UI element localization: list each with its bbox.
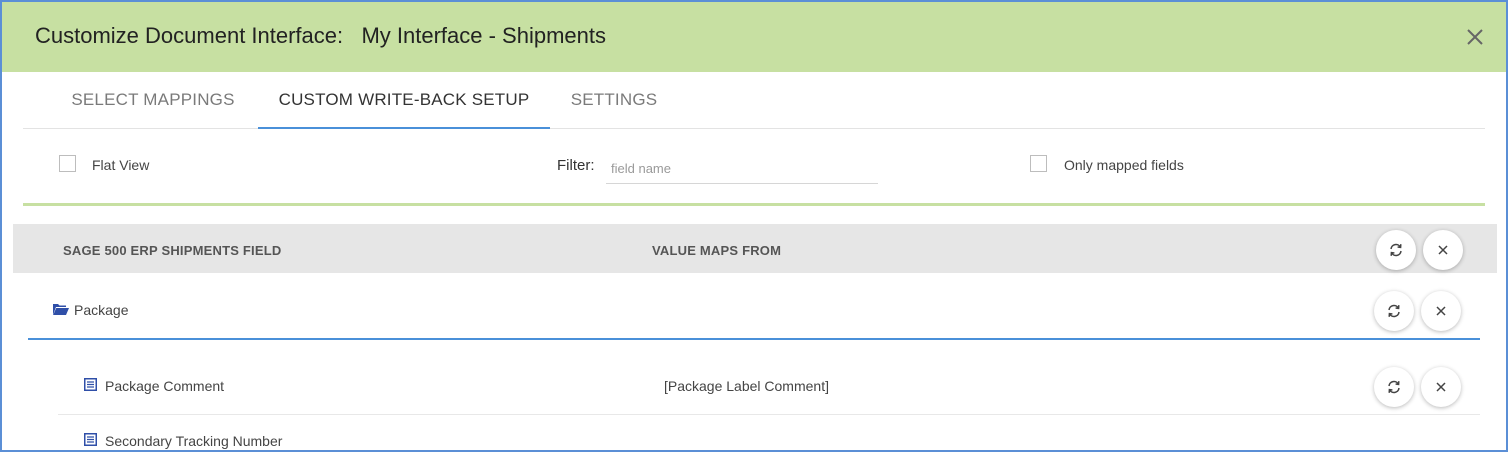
tab-bar: SELECT MAPPINGS CUSTOM WRITE-BACK SETUP …	[23, 74, 1485, 129]
list-icon	[84, 433, 97, 446]
only-mapped-checkbox[interactable]	[1030, 155, 1047, 172]
header-clear-button[interactable]	[1423, 230, 1463, 270]
filter-bar: Flat View Filter: Only mapped fields	[23, 130, 1485, 206]
flat-view-checkbox[interactable]	[59, 155, 76, 172]
refresh-icon	[1388, 380, 1400, 394]
filter-input[interactable]	[606, 154, 878, 184]
tab-custom-write-back-setup[interactable]: CUSTOM WRITE-BACK SETUP	[258, 74, 550, 129]
field-label: Package Comment	[105, 378, 225, 394]
filter-label: Filter:	[557, 157, 595, 174]
close-icon	[1436, 382, 1446, 392]
header-refresh-button[interactable]	[1376, 230, 1416, 270]
close-icon[interactable]	[1464, 26, 1486, 48]
field-value: [Package Label Comment]	[664, 378, 829, 394]
tab-select-mappings[interactable]: SELECT MAPPINGS	[67, 74, 239, 129]
package-comment-refresh-button[interactable]	[1374, 367, 1414, 407]
group-label: Package	[74, 302, 129, 318]
customize-interface-dialog: Customize Document Interface: My Interfa…	[0, 0, 1508, 452]
only-mapped-label: Only mapped fields	[1064, 157, 1184, 173]
column-header-field: SAGE 500 ERP SHIPMENTS FIELD	[63, 243, 282, 258]
field-row-package-comment[interactable]: Package Comment [Package Label Comment]	[58, 342, 1480, 415]
group-row-package[interactable]: Package	[28, 273, 1480, 340]
dialog-title-bar: Customize Document Interface: My Interfa…	[2, 2, 1506, 72]
refresh-icon	[1388, 304, 1400, 318]
package-clear-button[interactable]	[1421, 291, 1461, 331]
close-icon	[1436, 306, 1446, 316]
package-refresh-button[interactable]	[1374, 291, 1414, 331]
grid-header: SAGE 500 ERP SHIPMENTS FIELD VALUE MAPS …	[13, 224, 1497, 273]
field-label: Secondary Tracking Number	[105, 433, 283, 449]
folder-open-icon	[53, 304, 69, 315]
close-icon	[1438, 245, 1448, 255]
field-row-secondary-tracking-number[interactable]: Secondary Tracking Number	[58, 416, 1480, 450]
list-icon	[84, 378, 97, 391]
tab-settings[interactable]: SETTINGS	[568, 74, 660, 129]
column-header-value: VALUE MAPS FROM	[652, 243, 782, 258]
dialog-title: Customize Document Interface: My Interfa…	[35, 23, 607, 48]
refresh-icon	[1390, 243, 1402, 257]
package-comment-clear-button[interactable]	[1421, 367, 1461, 407]
flat-view-label: Flat View	[92, 157, 150, 173]
